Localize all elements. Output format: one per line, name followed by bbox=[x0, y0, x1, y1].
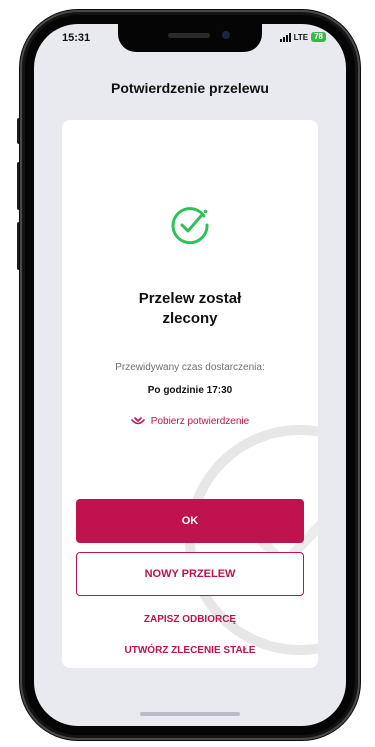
check-circle-icon bbox=[171, 207, 209, 245]
download-confirmation-label: Pobierz potwierdzenie bbox=[150, 416, 250, 427]
home-indicator[interactable] bbox=[140, 712, 240, 716]
delivery-time-label: Przewidywany czas dostarczenia: bbox=[115, 362, 265, 373]
device-stage: 15:31 LTE 78 Potwierdzenie przelewu Prze… bbox=[0, 0, 375, 747]
ok-button[interactable]: OK bbox=[76, 499, 304, 543]
create-standing-order-button[interactable]: UTWÓRZ ZLECENIE STAŁE bbox=[62, 645, 318, 656]
phone-frame: 15:31 LTE 78 Potwierdzenie przelewu Prze… bbox=[20, 10, 360, 740]
save-recipient-button[interactable]: ZAPISZ ODBIORCĘ bbox=[62, 614, 318, 625]
status-indicators: LTE 78 bbox=[279, 32, 326, 42]
confirmation-title-line2: zlecony bbox=[162, 310, 218, 327]
notch bbox=[118, 24, 262, 52]
delivery-time-value: Po godzinie 17:30 bbox=[147, 385, 233, 396]
battery-icon: 78 bbox=[311, 32, 326, 42]
phone-screen: 15:31 LTE 78 Potwierdzenie przelewu Prze… bbox=[34, 24, 346, 726]
signal-icon bbox=[279, 32, 291, 42]
front-camera bbox=[222, 31, 230, 39]
confirmation-title: Przelew został zlecony bbox=[62, 289, 318, 329]
download-confirmation-link[interactable]: Pobierz potwierdzenie bbox=[62, 416, 318, 427]
download-icon bbox=[130, 416, 145, 424]
status-time: 15:31 bbox=[62, 32, 91, 44]
confirmation-card: Przelew został zlecony Przewidywany czas… bbox=[62, 120, 318, 668]
speaker-grille bbox=[168, 33, 210, 38]
confirmation-title-line1: Przelew został bbox=[138, 290, 242, 307]
page-title: Potwierdzenie przelewu bbox=[111, 80, 269, 96]
new-transfer-button[interactable]: NOWY PRZELEW bbox=[76, 552, 304, 596]
network-type: LTE bbox=[293, 32, 309, 42]
